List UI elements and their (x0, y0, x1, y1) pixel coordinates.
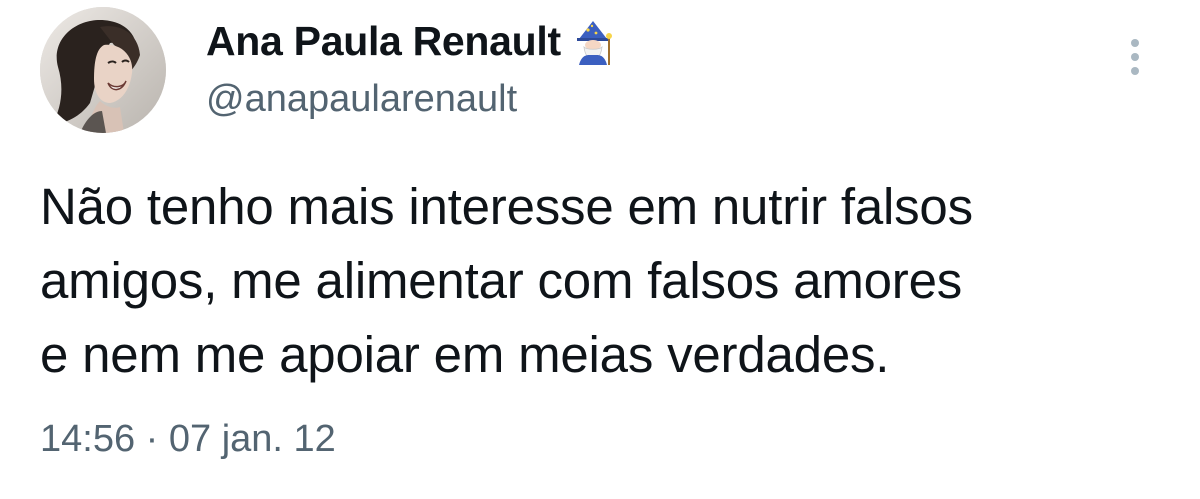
more-vertical-icon-dot-3 (1131, 67, 1139, 75)
author-handle[interactable]: @anapaularenault (206, 78, 517, 121)
tweet-text-line-3: e nem me apoiar em meias verdades. (40, 326, 890, 383)
more-vertical-icon-dot-2 (1131, 53, 1139, 61)
tweet-text-line-1: Não tenho mais interesse em nutrir falso… (40, 178, 973, 235)
tweet-card: Ana Paula Renault @anapaularenault Não t… (0, 0, 1200, 499)
wizard-emoji-icon (571, 19, 617, 65)
more-options-button[interactable] (1120, 32, 1150, 82)
display-name-text: Ana Paula Renault (206, 18, 561, 64)
tweet-text-line-2: amigos, me alimentar com falsos amores (40, 252, 963, 309)
profile-photo-icon (40, 7, 166, 133)
avatar[interactable] (40, 7, 166, 133)
author-display-name[interactable]: Ana Paula Renault (206, 18, 617, 65)
tweet-timestamp[interactable]: 14:56 · 07 jan. 12 (40, 418, 336, 461)
more-vertical-icon-dot-1 (1131, 39, 1139, 47)
tweet-text: Não tenho mais interesse em nutrir falso… (40, 170, 1170, 392)
